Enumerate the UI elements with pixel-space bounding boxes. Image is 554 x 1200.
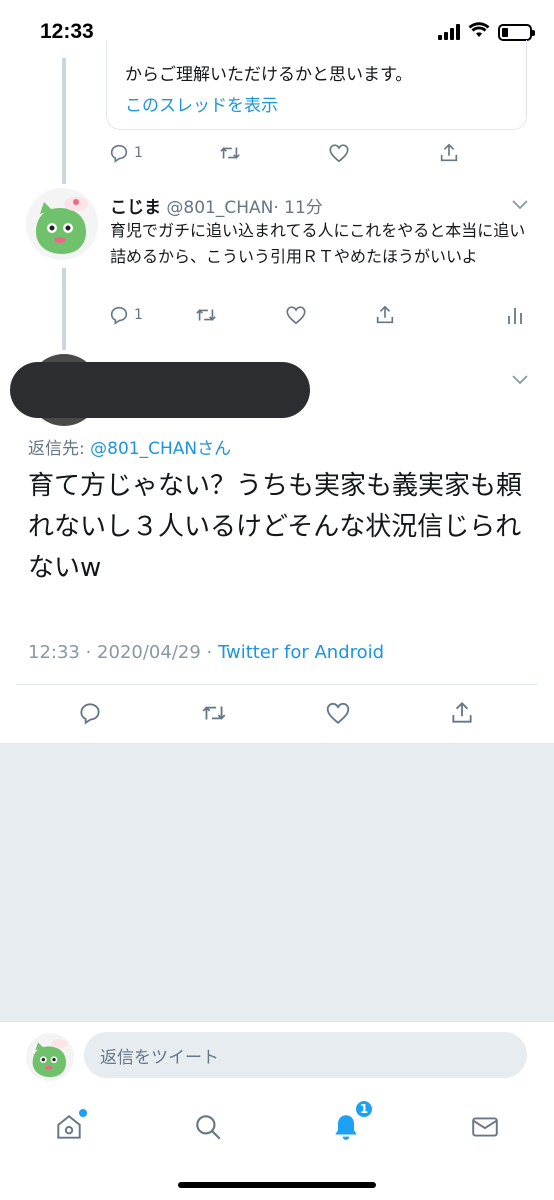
analytics-icon [505, 304, 525, 326]
tweet-timestamp: 12:33 · 2020/04/29 · [28, 642, 218, 663]
share-button[interactable] [374, 304, 396, 326]
quoted-tweet-card[interactable]: からご理解いただけるかと思います。 このスレッドを表示 [106, 40, 527, 130]
retweet-button[interactable] [218, 142, 242, 164]
battery-icon [498, 23, 535, 41]
reply-icon [77, 700, 103, 726]
tweet-text: 育て方じゃない？うちも実家も義実家も頼れないし３人いるけどそんな状況信じられない… [28, 471, 523, 583]
reply-button[interactable]: 1 [108, 142, 143, 164]
quoted-tweet-text: からご理解いただけるかと思います。 [125, 65, 413, 85]
status-time: 12:33 [40, 20, 94, 43]
like-icon [328, 142, 350, 164]
retweet-icon [194, 304, 218, 326]
reply-count: 1 [134, 307, 143, 323]
notifications-badge: 1 [354, 1099, 374, 1119]
avatar [26, 1033, 74, 1081]
chevron-down-icon[interactable] [511, 371, 529, 390]
redacted-author [10, 362, 310, 418]
show-thread-link[interactable]: このスレッドを表示 [125, 91, 278, 116]
share-button[interactable] [449, 700, 475, 726]
reply-button[interactable]: 1 [108, 304, 143, 326]
divider [16, 684, 538, 685]
home-indicator [178, 1182, 376, 1188]
chevron-down-icon[interactable] [511, 196, 529, 215]
like-button[interactable] [328, 142, 350, 164]
reply-to-label: 返信先: [28, 439, 91, 459]
home-icon [54, 1112, 84, 1146]
share-icon [438, 142, 460, 164]
reply-icon [108, 142, 130, 164]
reply-count: 1 [134, 145, 143, 161]
like-button[interactable] [285, 304, 307, 326]
tab-search[interactable] [186, 1107, 230, 1151]
reply-to-line: 返信先: @801_CHANさん [28, 434, 231, 459]
tweet-source[interactable]: Twitter for Android [218, 642, 384, 663]
status-icons [438, 22, 535, 42]
reply-bar: 返信をツイート [0, 1021, 554, 1087]
tweet-meta: 12:33 · 2020/04/29 · Twitter for Android [28, 642, 384, 663]
tab-messages[interactable] [463, 1107, 507, 1151]
analytics-button[interactable] [505, 304, 525, 326]
tweet-text: 育児でガチに追い込まれてる人にこれをやると本当に追い詰めるから、こういう引用ＲＴ… [110, 221, 526, 266]
tab-home[interactable] [47, 1107, 91, 1151]
avatar[interactable] [26, 188, 98, 260]
reply-to-mention[interactable]: @801_CHANさん [90, 439, 231, 459]
retweet-button[interactable] [194, 304, 218, 326]
tab-notifications[interactable]: 1 [324, 1099, 374, 1151]
signal-icon [438, 24, 460, 40]
thread-line [62, 58, 66, 184]
username: @801_CHAN [166, 198, 274, 218]
share-button[interactable] [438, 142, 460, 164]
display-name[interactable]: こじま [110, 198, 161, 218]
new-content-dot [79, 1109, 87, 1117]
share-icon [449, 700, 475, 726]
wifi-icon [468, 22, 490, 42]
reply-input[interactable]: 返信をツイート [84, 1032, 527, 1078]
retweet-icon [218, 142, 242, 164]
like-icon [325, 700, 351, 726]
reply-button[interactable] [77, 700, 103, 726]
thread-line [62, 268, 66, 350]
bell-icon [331, 1112, 361, 1146]
search-icon [193, 1112, 223, 1146]
like-button[interactable] [325, 700, 351, 726]
like-icon [285, 304, 307, 326]
retweet-icon [200, 700, 228, 726]
tab-bar: 1 [0, 1087, 554, 1200]
mail-icon [470, 1112, 500, 1146]
retweet-button[interactable] [200, 700, 228, 726]
tweet-time: · 11分 [273, 198, 323, 218]
tweet-header: こじま @801_CHAN· 11分 [110, 193, 323, 218]
empty-replies-area [0, 743, 554, 1021]
share-icon [374, 304, 396, 326]
reply-icon [108, 304, 130, 326]
